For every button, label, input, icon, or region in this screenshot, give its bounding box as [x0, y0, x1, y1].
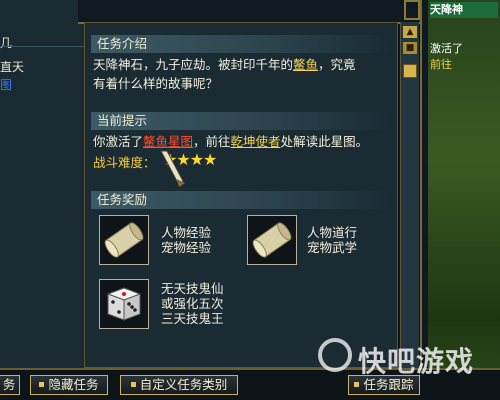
- reward-slot-dice[interactable]: [99, 279, 149, 329]
- custom-quest-category-button[interactable]: 自定义任务类别: [120, 375, 238, 395]
- bullet-icon: [130, 382, 136, 387]
- watermark-text: 快吧游戏: [358, 345, 475, 378]
- panel-top-frame: [78, 0, 428, 24]
- scroll-up-button[interactable]: ▲: [403, 26, 417, 38]
- section-header-reward: 任务奖励: [91, 191, 391, 209]
- scroll-thumb[interactable]: [403, 64, 417, 78]
- bullet-icon: [354, 382, 360, 387]
- bullet-icon: [39, 382, 45, 387]
- world-text-line1: 激活了: [430, 42, 463, 55]
- quest-scrollbar[interactable]: ▲ ■: [400, 22, 419, 368]
- dice-icon: [106, 287, 142, 321]
- section-header-hint: 当前提示: [91, 112, 391, 130]
- scroll-icon: [104, 222, 144, 258]
- left-list-line: 直天: [0, 60, 25, 74]
- watermark: 快吧游戏: [318, 336, 498, 378]
- difficulty-label: 战斗难度：: [93, 155, 156, 170]
- left-list-link[interactable]: 图: [0, 76, 12, 93]
- intro-text-line2: 有着什么样的故事呢？: [93, 76, 219, 91]
- link-npc-qiankun[interactable]: 乾坤使者: [231, 134, 281, 149]
- link-item-aoyu-star-map[interactable]: 鳌鱼星图: [143, 134, 193, 149]
- world-text-line2: 前往: [430, 58, 452, 71]
- reward-text-2: 人物道行 宠物武学: [307, 225, 358, 255]
- hide-quest-button[interactable]: 隐藏任务: [30, 375, 108, 395]
- reward-text-3: 无天技鬼仙 或强化五次 三天技鬼王: [161, 281, 224, 326]
- reward-text-1: 人物经验 宠物经验: [161, 225, 212, 255]
- quest-button-partial[interactable]: 务: [0, 375, 20, 395]
- left-list-panel: 几 直天 图: [0, 0, 85, 372]
- left-list-line: 几: [0, 36, 13, 50]
- divider: [0, 46, 84, 47]
- watermark-logo-icon: [318, 338, 352, 372]
- section-header-intro: 任务介绍: [91, 35, 391, 53]
- reward-slot-scroll-2[interactable]: [247, 215, 297, 265]
- intro-text-line1: 天降神石，九子应劫。被封印千年的鳌鱼，究竟: [93, 57, 356, 72]
- scroll-icon: [252, 222, 292, 258]
- quest-detail-panel: 任务介绍 天降神石，九子应劫。被封印千年的鳌鱼，究竟 有着什么样的故事呢？ 当前…: [84, 22, 398, 368]
- scroll-top-button[interactable]: ■: [403, 42, 417, 54]
- world-panel-title: 天降神: [430, 2, 498, 18]
- sword-cursor-icon: [160, 150, 185, 187]
- link-aoyu[interactable]: 鳌鱼: [293, 57, 318, 72]
- reward-slot-scroll-1[interactable]: [99, 215, 149, 265]
- ornament-icon: [404, 0, 420, 20]
- hint-text: 你激活了鳌鱼星图，前往乾坤使者处解读此星图。: [93, 134, 369, 149]
